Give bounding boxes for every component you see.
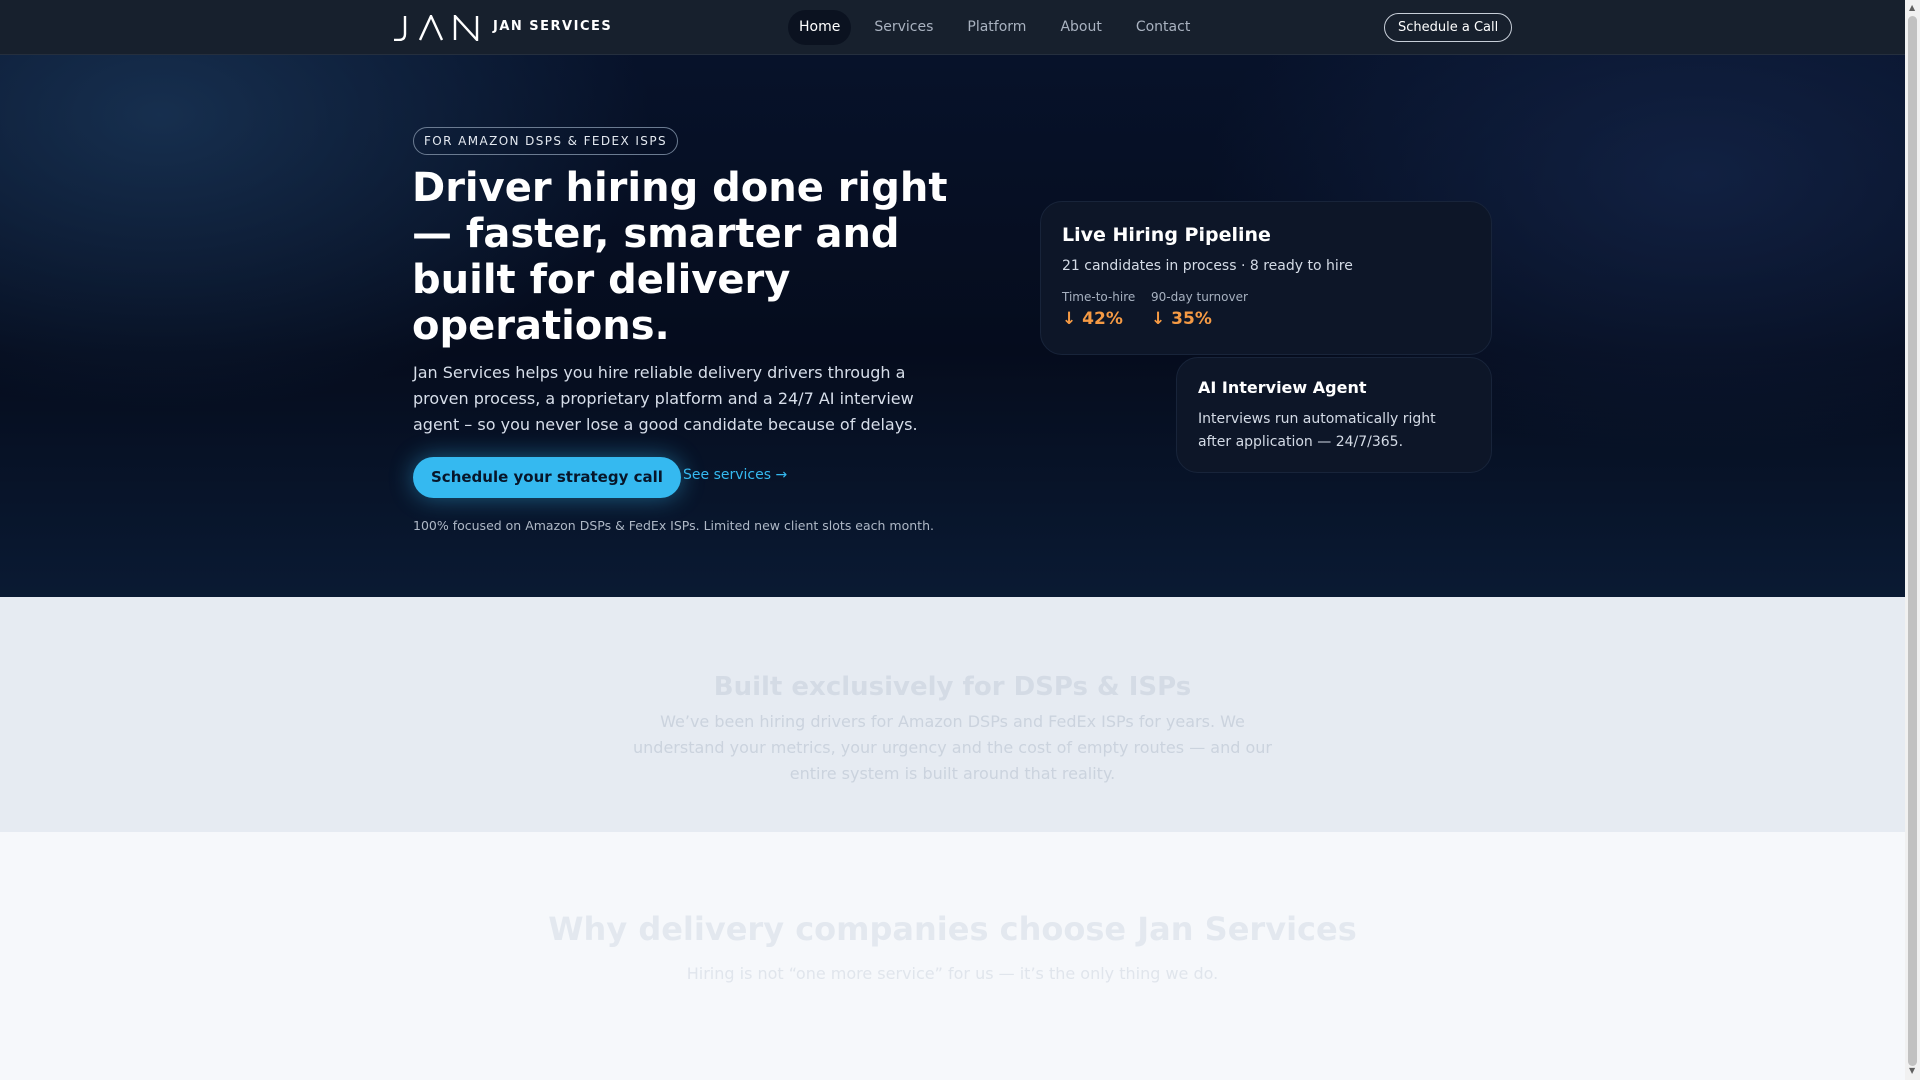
ai-agent-card: AI Interview Agent Interviews run automa… (1176, 357, 1492, 473)
pipeline-card: Live Hiring Pipeline 21 candidates in pr… (1040, 201, 1492, 355)
stat-turnover: 90-day turnover ↓ 35% (1151, 290, 1248, 329)
why-section-title: Why delivery companies choose Jan Servic… (548, 910, 1357, 948)
jan-logo-icon[interactable] (393, 15, 481, 41)
page: JAN SERVICES Home Services Platform Abou… (0, 0, 1905, 1080)
nav-link-services[interactable]: Services (863, 10, 944, 45)
scrollbar-thumb[interactable] (1908, 16, 1917, 1066)
hero-note: 100% focused on Amazon DSPs & FedEx ISPs… (413, 518, 934, 533)
stat-time-to-hire: Time-to-hire ↓ 42% (1062, 290, 1135, 329)
scroll-up-arrow-icon[interactable]: ▲ (1909, 3, 1915, 12)
hero-description: Jan Services helps you hire reliable del… (413, 363, 918, 434)
schedule-call-button[interactable]: Schedule a Call (1384, 13, 1513, 42)
ai-agent-card-title: AI Interview Agent (1198, 378, 1367, 397)
brand-name[interactable]: JAN SERVICES (493, 19, 612, 34)
see-services-link[interactable]: See services → (683, 467, 787, 483)
built-section-description: We’ve been hiring drivers for Amazon DSP… (633, 712, 1272, 783)
nav-links: Home Services Platform About Contact (788, 10, 1213, 45)
pipeline-card-title: Live Hiring Pipeline (1062, 224, 1271, 246)
stat-value: ↓ 42% (1062, 309, 1123, 329)
stat-value: ↓ 35% (1151, 309, 1212, 329)
stat-label: 90-day turnover (1151, 290, 1248, 304)
hero-section: FOR AMAZON DSPS & FEDEX ISPS Driver hiri… (0, 55, 1905, 597)
nav-link-contact[interactable]: Contact (1125, 10, 1201, 45)
why-choose-section: Why delivery companies choose Jan Servic… (0, 832, 1905, 1080)
hero-title: Driver hiring done right — faster, smart… (412, 165, 948, 349)
nav-link-home[interactable]: Home (788, 10, 852, 45)
audience-badge: FOR AMAZON DSPS & FEDEX ISPS (413, 127, 678, 155)
strategy-call-button[interactable]: Schedule your strategy call (413, 457, 681, 498)
top-navigation: JAN SERVICES Home Services Platform Abou… (0, 0, 1905, 55)
why-section-subtitle: Hiring is not “one more service” for us … (686, 964, 1219, 983)
vertical-scrollbar[interactable]: ▲ ▼ (1905, 0, 1920, 1080)
nav-link-about[interactable]: About (1049, 10, 1112, 45)
pipeline-card-subtitle: 21 candidates in process · 8 ready to hi… (1062, 258, 1353, 274)
nav-link-platform[interactable]: Platform (956, 10, 1037, 45)
ai-agent-card-description: Interviews run automatically right after… (1198, 411, 1436, 450)
built-for-section: Built exclusively for DSPs & ISPs We’ve … (0, 597, 1905, 832)
stat-label: Time-to-hire (1062, 290, 1136, 304)
built-section-title: Built exclusively for DSPs & ISPs (713, 672, 1192, 702)
scroll-down-arrow-icon[interactable]: ▼ (1909, 1066, 1915, 1075)
